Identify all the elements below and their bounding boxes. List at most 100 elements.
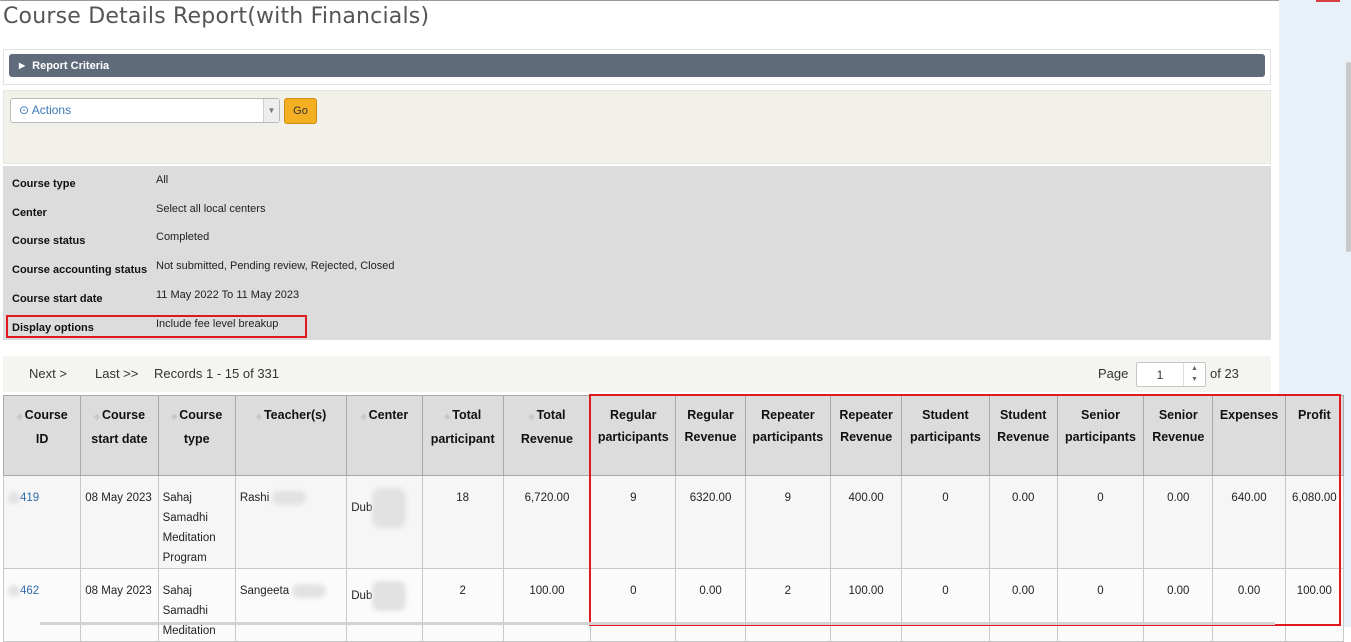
- go-button[interactable]: Go: [284, 98, 317, 124]
- report-criteria-label: Report Criteria: [32, 60, 110, 72]
- redacted-blur: [372, 488, 407, 528]
- summary-label: Course type: [12, 178, 76, 190]
- cell-total-revenue: 100.00: [502, 568, 592, 642]
- summary-label: Center: [12, 207, 47, 219]
- summary-value: All: [156, 174, 169, 186]
- summary-label: Course status: [12, 235, 86, 247]
- col-header-teachers[interactable]: ◆ Teacher(s): [234, 395, 348, 476]
- col-header-total-participant[interactable]: ◆ Total participant: [421, 395, 504, 476]
- sort-icon: ◆: [171, 412, 178, 421]
- cell-profit: 6,080.00: [1284, 475, 1345, 569]
- cell-senior-revenue: 0.00: [1143, 568, 1214, 642]
- col-header-senior-participants: Senior participants: [1056, 395, 1145, 476]
- last-page-link[interactable]: Last >>: [95, 366, 138, 381]
- side-marker: [1316, 0, 1340, 2]
- cell-profit: 100.00: [1284, 568, 1345, 642]
- cell-repeater-revenue: 400.00: [829, 475, 903, 569]
- course-id-link[interactable]: 419: [20, 492, 39, 504]
- cell-total-revenue: 6,720.00: [502, 475, 592, 569]
- table-row: 462 08 May 2023 Sahaj Samadhi Meditation…: [2, 568, 1345, 642]
- col-header-student-participants: Student participants: [901, 395, 990, 476]
- col-header-senior-revenue: Senior Revenue: [1143, 395, 1214, 476]
- cell-regular-participants: 9: [590, 475, 677, 569]
- col-header-start-date[interactable]: ◆ Course start date: [80, 395, 159, 476]
- redacted-blur: [372, 581, 407, 611]
- summary-value: 11 May 2022 To 11 May 2023: [156, 289, 300, 301]
- col-header-repeater-participants: Repeater participants: [744, 395, 832, 476]
- cell-repeater-participants: 9: [744, 475, 832, 569]
- redacted-blur: [272, 490, 307, 505]
- redacted-blur: [292, 583, 327, 598]
- cell-student-revenue: 0.00: [988, 475, 1058, 569]
- actions-select[interactable]: ⊙ Actions ▼: [10, 98, 280, 123]
- page-spinner-icon[interactable]: ▲ ▼: [1183, 363, 1205, 386]
- page-number-value: 1: [1156, 368, 1164, 382]
- report-criteria-panel: ▶ Report Criteria: [3, 49, 1271, 85]
- cell-senior-revenue: 0.00: [1143, 475, 1214, 569]
- col-header-regular-participants: Regular participants: [590, 395, 677, 476]
- cell-expenses: 640.00: [1212, 475, 1286, 569]
- col-header-course-id[interactable]: ◆ Course ID: [2, 395, 82, 476]
- table-header-row: ◆ Course ID ◆ Course start date ◆ Course type …: [2, 395, 1345, 476]
- cell-teacher: Sangeeta: [234, 568, 348, 642]
- redacted-blur: [8, 491, 20, 504]
- redacted-blur: [8, 584, 20, 597]
- dropdown-arrow-icon[interactable]: ▼: [263, 99, 279, 122]
- page-number-input[interactable]: 1 ▲ ▼: [1136, 362, 1206, 387]
- sort-icon: ◆: [93, 412, 100, 421]
- cell-repeater-revenue: 100.00: [829, 568, 903, 642]
- circle-chevron-icon: ⊙: [19, 103, 30, 117]
- page-total: of 23: [1210, 366, 1239, 381]
- cell-total-participant: 2: [421, 568, 504, 642]
- page-label: Page: [1098, 366, 1129, 381]
- actions-panel: ⊙ Actions ▼ Go: [3, 90, 1271, 164]
- course-report-table: ◆ Course ID ◆ Course start date ◆ Course type …: [2, 395, 1345, 642]
- cell-teacher: Rashi: [234, 475, 348, 569]
- records-info: Records 1 - 15 of 331: [154, 366, 280, 381]
- cell-senior-participants: 0: [1056, 475, 1145, 569]
- summary-value: Select all local centers: [156, 203, 266, 215]
- report-criteria-toggle[interactable]: ▶ Report Criteria: [9, 54, 1265, 77]
- cell-regular-revenue: 6320.00: [675, 475, 746, 569]
- actions-select-label: Actions: [31, 103, 72, 117]
- table-row: 419 08 May 2023 Sahaj Samadhi Meditation…: [2, 475, 1345, 569]
- sort-icon: ◆: [16, 412, 23, 421]
- cell-course-type: Sahaj Samadhi Meditation Program: [157, 475, 236, 569]
- cell-center: Dub: [346, 568, 423, 642]
- cell-course-id[interactable]: 462: [2, 568, 82, 642]
- cell-total-participant: 18: [421, 475, 504, 569]
- cell-course-type: Sahaj Samadhi Meditation: [157, 568, 236, 642]
- cell-regular-revenue: 0.00: [675, 568, 746, 642]
- cell-senior-participants: 0: [1056, 568, 1145, 642]
- cell-repeater-participants: 2: [744, 568, 832, 642]
- cell-student-participants: 0: [901, 475, 990, 569]
- summary-label: Course start date: [12, 293, 103, 305]
- col-header-expenses: Expenses: [1212, 395, 1286, 476]
- vertical-scrollbar[interactable]: [1346, 62, 1351, 252]
- pagination-bar: Next > Last >> Records 1 - 15 of 331 Pag…: [3, 356, 1271, 392]
- cell-expenses: 0.00: [1212, 568, 1286, 642]
- summary-label: Course accounting status: [12, 264, 148, 276]
- sort-icon: ◆: [360, 412, 367, 421]
- summary-value: Completed: [156, 231, 210, 243]
- display-options-highlight: [6, 315, 307, 338]
- caret-right-icon: ▶: [19, 61, 26, 70]
- top-border: [0, 0, 1279, 1]
- cell-student-revenue: 0.00: [988, 568, 1058, 642]
- summary-value: Not submitted, Pending review, Rejected,…: [156, 260, 395, 272]
- course-id-link[interactable]: 462: [20, 585, 39, 597]
- next-page-link[interactable]: Next >: [29, 366, 67, 381]
- cell-center: Dub: [346, 475, 423, 569]
- col-header-total-revenue[interactable]: ◆ Total Revenue: [502, 395, 592, 476]
- cell-student-participants: 0: [901, 568, 990, 642]
- col-header-regular-revenue: Regular Revenue: [675, 395, 746, 476]
- col-header-profit: Profit: [1284, 395, 1345, 476]
- page-title: Course Details Report(with Financials): [3, 4, 430, 29]
- col-header-course-type[interactable]: ◆ Course type: [157, 395, 236, 476]
- cell-course-id[interactable]: 419: [2, 475, 82, 569]
- horizontal-scrollbar[interactable]: [40, 622, 1275, 625]
- sort-icon: ◆: [444, 412, 451, 421]
- col-header-repeater-revenue: Repeater Revenue: [829, 395, 903, 476]
- sort-icon: ◆: [255, 412, 262, 421]
- col-header-center[interactable]: ◆ Center: [346, 395, 423, 476]
